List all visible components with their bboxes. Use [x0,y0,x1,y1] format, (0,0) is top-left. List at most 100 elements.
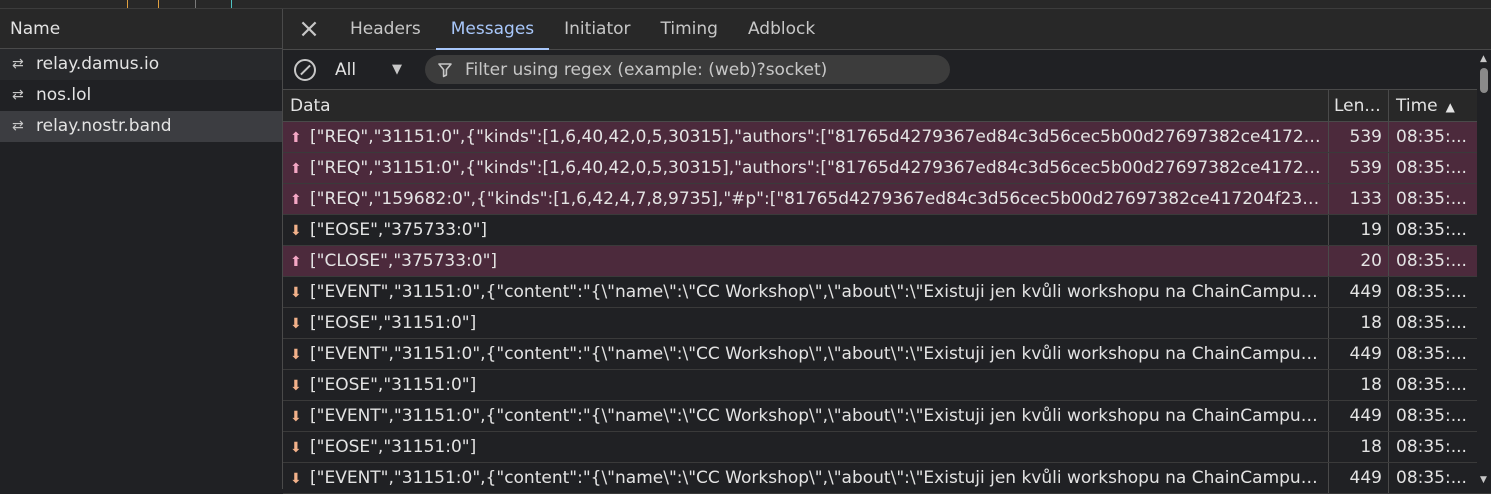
message-row[interactable]: ⬇ ["EVENT","31151:0",{"content":"{\"name\… [283,463,1491,494]
message-data-text: ["EOSE","31151:0"] [310,437,477,457]
message-data-cell: ⬇ ["EVENT","31151:0",{"content":"{\"name\… [283,401,1328,431]
message-data-cell: ⬆ ["REQ","159682:0",{"kinds":[1,6,42,4,7,… [283,184,1328,214]
message-data-text: ["REQ","31151:0",{"kinds":[1,6,40,42,0,5… [310,158,1328,178]
message-filter-input[interactable]: Filter using regex (example: (web)?socke… [425,55,950,84]
message-length-cell: 20 [1328,246,1388,276]
message-data-text: ["EOSE","375733:0"] [310,220,488,240]
websocket-icon: ⇄ [12,87,24,103]
details-tab-bar: × Headers Messages Initiator Timing Adbl… [283,9,1491,50]
message-time-cell: 08:35:... [1388,215,1477,245]
message-data-text: ["EVENT","31151:0",{"content":"{\"name\"… [310,282,1328,302]
message-row[interactable]: ⬇ ["EVENT","31151:0",{"content":"{\"name\… [283,339,1491,370]
request-item-label: nos.lol [36,85,92,105]
request-name-column: Name ⇄ relay.damus.io ⇄ nos.lol ⇄ relay.… [0,9,283,489]
message-time-cell: 08:35:... [1388,432,1477,462]
timeline-marker [158,0,159,8]
message-time-cell: 08:35:... [1388,246,1477,276]
tab-adblock[interactable]: Adblock [733,9,830,49]
request-item-nos-lol[interactable]: ⇄ nos.lol [0,80,282,111]
message-length-cell: 133 [1328,184,1388,214]
message-data-text: ["EVENT","31151:0",{"content":"{\"name\"… [310,406,1328,426]
message-row[interactable]: ⬆ ["REQ","159682:0",{"kinds":[1,6,42,4,7,… [283,184,1491,215]
message-length-cell: 18 [1328,432,1388,462]
sent-arrow-icon: ⬆ [290,254,302,270]
message-time-cell: 08:35:... [1388,277,1477,307]
message-row[interactable]: ⬇ ["EOSE","375733:0"] 19 08:35:... [283,215,1491,246]
filter-icon [438,61,454,79]
tab-initiator[interactable]: Initiator [549,9,645,49]
data-column-header[interactable]: Data [283,90,1328,121]
message-length-cell: 18 [1328,308,1388,338]
message-data-cell: ⬇ ["EVENT","31151:0",{"content":"{\"name\… [283,339,1328,369]
message-data-text: ["EOSE","31151:0"] [310,313,477,333]
timeline-overview-strip [0,0,1491,9]
message-row[interactable]: ⬇ ["EOSE","31151:0"] 18 08:35:... [283,308,1491,339]
message-row[interactable]: ⬇ ["EVENT","31151:0",{"content":"{\"name\… [283,277,1491,308]
message-data-text: ["EVENT","31151:0",{"content":"{\"name\"… [310,468,1328,488]
message-time-cell: 08:35:... [1388,153,1477,183]
sent-arrow-icon: ⬆ [290,130,302,146]
message-data-cell: ⬇ ["EOSE","31151:0"] [283,308,1328,338]
filter-placeholder: Filter using regex (example: (web)?socke… [465,59,828,80]
message-data-text: ["REQ","31151:0",{"kinds":[1,6,40,42,0,5… [310,127,1328,147]
tab-headers[interactable]: Headers [335,9,436,49]
message-length-cell: 449 [1328,277,1388,307]
sent-arrow-icon: ⬆ [290,192,302,208]
message-time-cell: 08:35:... [1388,401,1477,431]
request-item-relay-damus[interactable]: ⇄ relay.damus.io [0,49,282,80]
message-data-text: ["EVENT","31151:0",{"content":"{\"name\"… [310,344,1328,364]
message-data-text: ["REQ","159682:0",{"kinds":[1,6,42,4,7,8… [310,189,1328,209]
message-data-cell: ⬇ ["EVENT","31151:0",{"content":"{\"name\… [283,277,1328,307]
message-row[interactable]: ⬆ ["REQ","31151:0",{"kinds":[1,6,40,42,0,… [283,122,1491,153]
request-item-label: relay.nostr.band [36,116,172,136]
timeline-marker [195,0,196,8]
clear-messages-icon[interactable] [294,58,316,81]
message-row[interactable]: ⬇ ["EOSE","31151:0"] 18 08:35:... [283,432,1491,463]
name-column-header[interactable]: Name [0,9,282,49]
message-length-cell: 449 [1328,339,1388,369]
message-row[interactable]: ⬆ ["CLOSE","375733:0"] 20 08:35:... [283,246,1491,277]
messages-grid-header: Data Len... Time ▲ [283,90,1491,122]
message-time-cell: 08:35:... [1388,122,1477,152]
sent-arrow-icon: ⬆ [290,161,302,177]
tab-timing[interactable]: Timing [646,9,733,49]
chevron-down-icon[interactable]: ▼ [392,62,412,77]
message-data-text: ["EOSE","31151:0"] [310,375,477,395]
websocket-icon: ⇄ [12,118,24,134]
message-data-cell: ⬇ ["EOSE","31151:0"] [283,432,1328,462]
request-item-label: relay.damus.io [36,54,160,74]
messages-grid: Data Len... Time ▲ ⬆ ["REQ","31151:0",{"ki… [283,90,1491,494]
messages-scrollbar[interactable]: ▲ ▼ [1477,50,1491,489]
message-data-text: ["CLOSE","375733:0"] [310,251,498,271]
message-type-select[interactable]: All [335,60,389,80]
message-time-cell: 08:35:... [1388,370,1477,400]
message-data-cell: ⬆ ["CLOSE","375733:0"] [283,246,1328,276]
message-row[interactable]: ⬇ ["EVENT","31151:0",{"content":"{\"name\… [283,401,1491,432]
message-data-cell: ⬆ ["REQ","31151:0",{"kinds":[1,6,40,42,0,… [283,153,1328,183]
received-arrow-icon: ⬇ [290,285,302,301]
request-item-relay-nostr-band[interactable]: ⇄ relay.nostr.band [0,111,282,142]
timeline-marker [231,0,232,8]
request-details-panel: × Headers Messages Initiator Timing Adbl… [283,9,1491,494]
scroll-down-icon[interactable]: ▼ [1480,475,1487,485]
message-time-cell: 08:35:... [1388,184,1477,214]
message-length-cell: 19 [1328,215,1388,245]
message-length-cell: 539 [1328,153,1388,183]
length-column-header[interactable]: Len... [1328,90,1388,121]
message-data-cell: ⬆ ["REQ","31151:0",{"kinds":[1,6,40,42,0,… [283,122,1328,152]
websocket-icon: ⇄ [12,56,24,72]
messages-grid-body: ⬆ ["REQ","31151:0",{"kinds":[1,6,40,42,0,… [283,122,1491,494]
message-row[interactable]: ⬇ ["EOSE","31151:0"] 18 08:35:... [283,370,1491,401]
scrollbar-thumb[interactable] [1480,68,1488,93]
message-length-cell: 449 [1328,401,1388,431]
close-icon[interactable]: × [283,9,335,49]
message-row[interactable]: ⬆ ["REQ","31151:0",{"kinds":[1,6,40,42,0,… [283,153,1491,184]
scroll-up-icon[interactable]: ▲ [1480,54,1487,64]
tab-messages[interactable]: Messages [435,9,550,50]
received-arrow-icon: ⬇ [290,409,302,425]
received-arrow-icon: ⬇ [290,347,302,363]
time-column-label: Time [1396,96,1438,116]
messages-filter-bar: All ▼ Filter using regex (example: (web)… [283,50,1491,90]
message-length-cell: 539 [1328,122,1388,152]
time-column-header[interactable]: Time ▲ [1388,90,1477,121]
